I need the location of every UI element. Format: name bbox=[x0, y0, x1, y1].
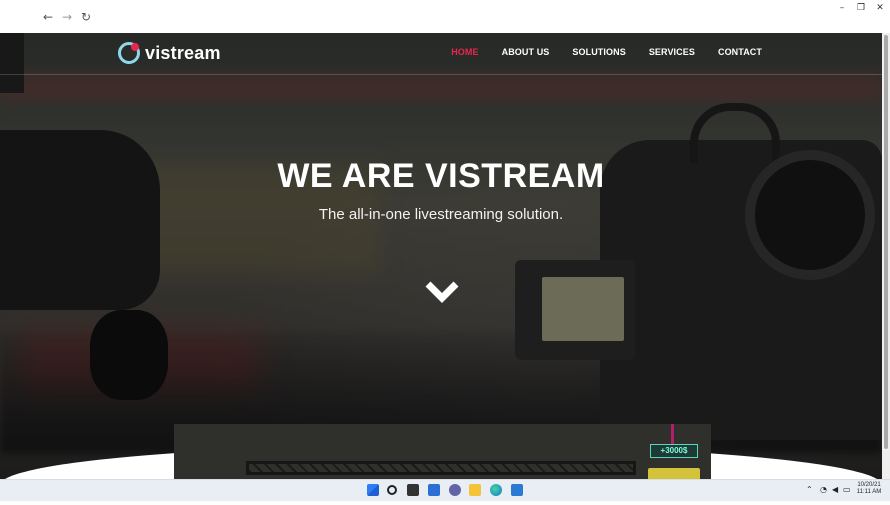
arrow-right-icon[interactable]: → bbox=[60, 10, 74, 24]
widgets-icon[interactable] bbox=[428, 484, 440, 496]
close-icon[interactable]: ✕ bbox=[874, 3, 886, 13]
hero-subtitle: The all-in-one livestreaming solution. bbox=[318, 206, 564, 223]
wifi-icon[interactable]: ◔ bbox=[820, 485, 827, 495]
camera-right-lcd bbox=[542, 277, 624, 341]
stage-pole bbox=[671, 424, 674, 444]
site-logo[interactable]: vistream bbox=[118, 41, 221, 65]
battery-icon[interactable]: ▭ bbox=[843, 485, 851, 495]
clock-date: 10/20/21 bbox=[857, 482, 881, 488]
chevron-down-icon[interactable] bbox=[424, 278, 460, 306]
file-explorer-icon[interactable] bbox=[469, 484, 481, 496]
led-sign-text: +3000$ bbox=[660, 446, 688, 455]
nav-services[interactable]: SERVICES bbox=[649, 46, 695, 58]
arrow-left-icon[interactable]: ← bbox=[41, 10, 55, 24]
nav-solutions[interactable]: SOLUTIONS bbox=[572, 46, 625, 58]
system-clock[interactable]: 10/20/21 11:11 AM bbox=[852, 482, 886, 496]
chat-icon[interactable] bbox=[449, 484, 461, 496]
search-icon[interactable] bbox=[387, 485, 397, 495]
hero-title: WE ARE VISTREAM bbox=[277, 157, 605, 195]
start-icon[interactable] bbox=[367, 484, 379, 496]
main-menu: HOME ABOUT US SOLUTIONS SERVICES CONTACT bbox=[451, 46, 762, 58]
minimize-icon[interactable]: – bbox=[836, 3, 848, 13]
scrollbar-thumb[interactable] bbox=[884, 35, 888, 449]
store-icon[interactable] bbox=[511, 484, 523, 496]
volume-icon[interactable]: ◀ bbox=[832, 485, 838, 495]
browser-toolbar: ← → ↻ – ❐ ✕ bbox=[0, 0, 890, 33]
chevron-up-icon[interactable]: ⌃ bbox=[806, 485, 813, 495]
restore-icon[interactable]: ❐ bbox=[855, 3, 867, 13]
taskbar bbox=[0, 479, 890, 501]
logo-icon bbox=[118, 42, 140, 64]
clock-time: 11:11 AM bbox=[856, 489, 882, 495]
logo-text: vistream bbox=[145, 42, 221, 63]
stage-truss bbox=[246, 461, 636, 475]
edge-icon[interactable] bbox=[490, 484, 502, 496]
nav-about-us[interactable]: ABOUT US bbox=[502, 46, 550, 58]
refresh-icon[interactable]: ↻ bbox=[79, 10, 93, 24]
camera-left-lens-cap bbox=[90, 310, 168, 400]
nav-home[interactable]: HOME bbox=[451, 46, 478, 58]
nav-contact[interactable]: CONTACT bbox=[718, 46, 762, 58]
preview-image: +3000$ bbox=[174, 424, 711, 480]
task-view-icon[interactable] bbox=[407, 484, 419, 496]
led-sign: +3000$ bbox=[650, 444, 698, 458]
